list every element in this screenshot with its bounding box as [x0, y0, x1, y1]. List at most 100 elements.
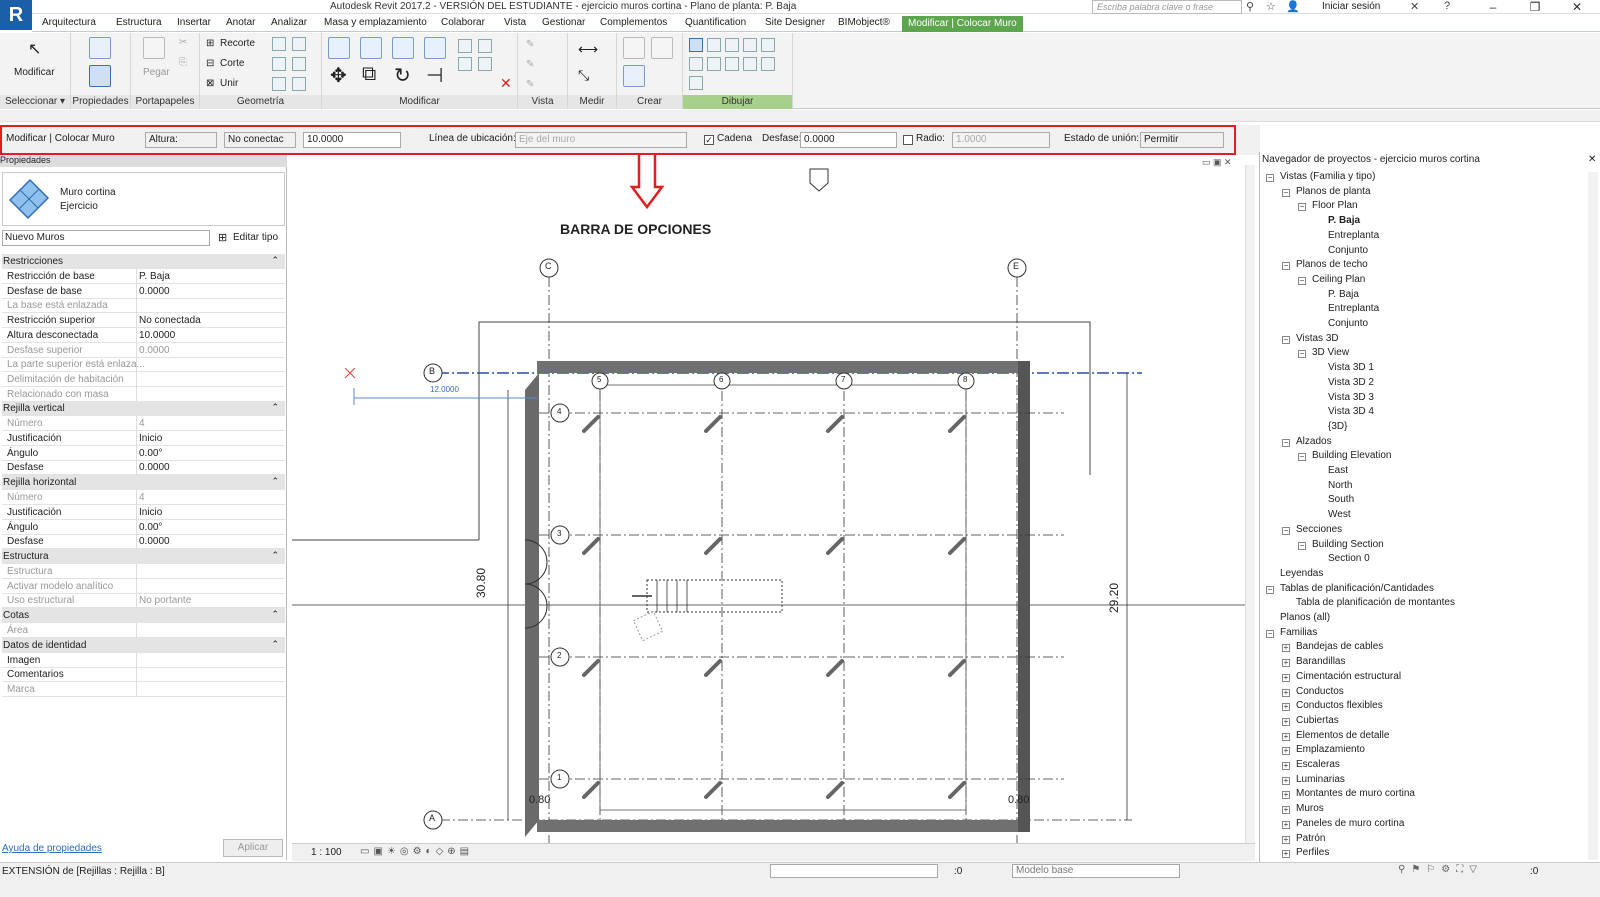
tree-item[interactable]: Entreplanta [1328, 230, 1379, 241]
property-row[interactable]: Desfase superior 0.0000 [2, 342, 285, 358]
delete-icon[interactable]: ✕ [500, 75, 512, 92]
property-value[interactable]: 0.00° [139, 522, 162, 533]
offset-icon[interactable] [360, 37, 382, 59]
expand-icon[interactable]: + [1282, 762, 1290, 770]
tree-item[interactable]: Ceiling Plan [1312, 274, 1365, 285]
collapse-icon[interactable]: ⌃ [271, 476, 279, 487]
arc-draw-icon[interactable] [689, 57, 703, 71]
align-icon[interactable] [328, 37, 350, 59]
property-row[interactable]: Comentarios [2, 667, 285, 683]
property-row[interactable]: Restricción de base P. Baja [2, 269, 285, 284]
binoculars-icon[interactable]: ⚲ [1246, 0, 1254, 13]
tree-item[interactable]: Planos (all) [1280, 612, 1330, 623]
property-section[interactable]: Rejilla vertical ⌃ [2, 401, 285, 417]
property-section[interactable]: Estructura ⌃ [2, 548, 285, 564]
collapse-icon[interactable]: ⌃ [271, 255, 279, 266]
paste-icon[interactable] [143, 37, 165, 59]
expand-icon[interactable]: + [1282, 747, 1290, 756]
expand-icon[interactable]: + [1282, 688, 1290, 697]
tree-item[interactable]: Section 0 [1328, 553, 1370, 564]
tree-item[interactable]: Building Section [1312, 539, 1384, 550]
corte-icon[interactable]: ⊟ [206, 58, 214, 69]
collapse-icon[interactable]: − [1282, 335, 1290, 344]
tree-item[interactable]: Vista 3D 1 [1328, 362, 1374, 373]
create-tool-icon[interactable] [623, 65, 645, 87]
collapse-icon[interactable]: − [1298, 541, 1306, 550]
type-properties-icon[interactable] [89, 37, 111, 59]
browser-scrollbar[interactable] [1588, 172, 1598, 860]
create-tool-icon[interactable] [651, 37, 673, 59]
scale-icon[interactable] [458, 57, 472, 71]
collapse-icon[interactable]: − [1298, 350, 1306, 359]
arc-draw-icon[interactable] [707, 57, 721, 71]
tab-estructura[interactable]: Estructura [116, 17, 162, 28]
exchange-icon[interactable]: ✕ [1410, 0, 1419, 13]
view-tool-icon[interactable]: ✎ [526, 79, 534, 90]
property-value[interactable]: 0.0000 [139, 536, 170, 547]
close-icon[interactable]: ✕ [1562, 0, 1592, 14]
property-section[interactable]: Restricciones ⌃ [2, 254, 285, 269]
tree-item[interactable]: South [1328, 494, 1354, 505]
collapse-icon[interactable]: − [1282, 188, 1290, 197]
expand-icon[interactable]: + [1282, 806, 1290, 815]
collapse-icon[interactable]: − [1298, 203, 1306, 212]
view-tool-icon[interactable]: ✎ [526, 59, 534, 70]
property-row[interactable]: Desfase 0.0000 [2, 460, 285, 476]
tree-item[interactable]: Patrón [1296, 833, 1325, 844]
expand-icon[interactable]: + [1282, 659, 1290, 668]
rotate-icon[interactable]: ↻ [394, 63, 411, 88]
dimension-left[interactable]: 30.80 [474, 568, 488, 598]
collapse-icon[interactable]: − [1298, 276, 1306, 285]
view-control-icons[interactable]: ▭▣☀◎⚙◐◇⊕▤ [360, 846, 473, 857]
property-value[interactable]: 0.0000 [139, 345, 170, 356]
collapse-icon[interactable]: − [1266, 174, 1274, 182]
tree-item[interactable]: Vista 3D 2 [1328, 377, 1374, 388]
create-tool-icon[interactable] [623, 37, 645, 59]
split-icon[interactable] [458, 39, 472, 53]
property-value[interactable]: 0.0000 [139, 462, 170, 473]
collapse-icon[interactable]: − [1282, 526, 1290, 535]
workset-dropdown[interactable] [770, 864, 938, 878]
tree-item[interactable]: Conductos flexibles [1296, 700, 1383, 711]
tree-item[interactable]: P. Baja [1328, 289, 1359, 300]
geometry-tool-icon[interactable] [292, 57, 306, 71]
tree-item[interactable]: Vistas (Familia y tipo) [1280, 171, 1375, 182]
geometry-tool-icon[interactable] [272, 57, 286, 71]
dimension-right[interactable]: 29.20 [1107, 583, 1121, 613]
property-row[interactable]: La base está enlazada [2, 298, 285, 314]
edit-type-icon[interactable]: ⊞ [218, 231, 227, 244]
dimension-icon[interactable]: ⤡ [578, 67, 589, 84]
property-value[interactable]: Inicio [139, 433, 162, 444]
minimize-icon[interactable]: – [1478, 0, 1508, 14]
property-value[interactable]: Inicio [139, 507, 162, 518]
tab-site-designer[interactable]: Site Designer [765, 17, 825, 28]
tree-item[interactable]: {3D} [1328, 421, 1347, 432]
collapse-icon[interactable]: − [1266, 629, 1274, 638]
cut-icon[interactable]: ✂ [179, 37, 187, 48]
tree-item[interactable]: East [1328, 465, 1348, 476]
tree-item[interactable]: Cubiertas [1296, 715, 1339, 726]
expand-icon[interactable]: + [1282, 717, 1290, 726]
expand-icon[interactable]: + [1282, 703, 1290, 712]
tree-item[interactable]: Alzados [1296, 436, 1332, 447]
geometry-tool-icon[interactable] [272, 37, 286, 51]
geometry-tool-icon[interactable] [292, 77, 306, 91]
property-section[interactable]: Datos de identidad ⌃ [2, 637, 285, 653]
apply-button[interactable]: Aplicar [223, 839, 283, 857]
view-window-controls[interactable]: ▭ ▣ ✕ [1202, 157, 1232, 168]
property-row[interactable]: Uso estructural No portante [2, 593, 285, 609]
tree-item[interactable]: Conductos [1296, 686, 1344, 697]
tree-item[interactable]: Luminarias [1296, 774, 1345, 785]
expand-icon[interactable]: + [1282, 820, 1290, 829]
floor-plan-drawing[interactable] [292, 155, 1255, 845]
tab-bimobject[interactable]: BIMobject® [838, 17, 890, 28]
tab-complementos[interactable]: Complementos [600, 17, 667, 28]
tree-item[interactable]: Leyendas [1280, 568, 1323, 579]
property-row[interactable]: Restricción superior No conectada [2, 313, 285, 329]
property-row[interactable]: Altura desconectada 10.0000 [2, 327, 285, 343]
expand-icon[interactable]: + [1282, 791, 1290, 800]
circle-draw-icon[interactable] [761, 38, 775, 52]
mirror-draw-icon[interactable] [424, 37, 446, 59]
property-row[interactable]: Número 4 [2, 490, 285, 506]
instance-filter-dropdown[interactable]: Nuevo Muros [2, 230, 210, 246]
